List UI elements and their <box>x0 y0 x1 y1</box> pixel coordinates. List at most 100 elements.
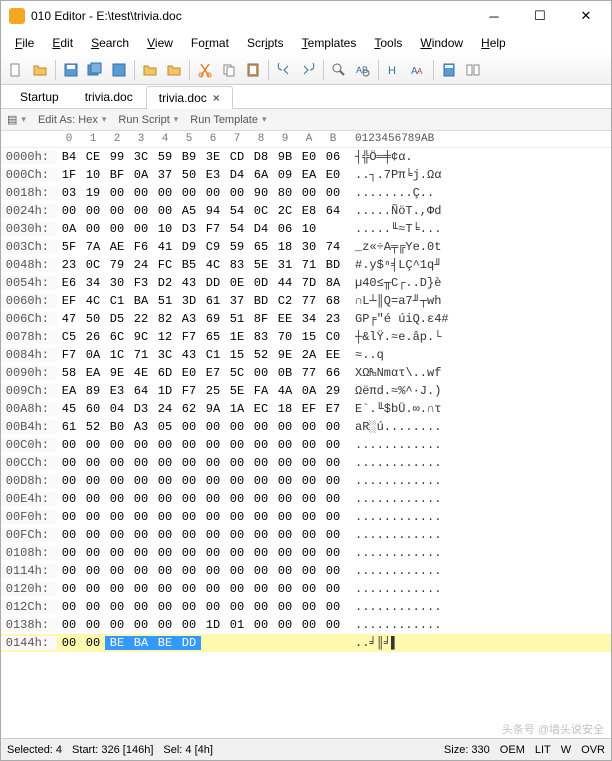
hex-row[interactable]: 00F0h:000000000000000000000000..........… <box>1 508 611 526</box>
hex-byte[interactable]: 00 <box>177 528 201 542</box>
hex-byte[interactable]: 00 <box>177 600 201 614</box>
hex-byte[interactable]: 4C <box>201 258 225 272</box>
hex-byte[interactable]: BA <box>129 636 153 650</box>
save-all-button[interactable] <box>84 59 106 81</box>
hex-byte[interactable]: 00 <box>129 546 153 560</box>
hex-byte[interactable]: 5F <box>57 240 81 254</box>
hex-byte[interactable]: 30 <box>297 240 321 254</box>
hex-byte[interactable]: 47 <box>57 312 81 326</box>
hex-byte[interactable]: 43 <box>177 348 201 362</box>
hex-byte[interactable]: 00 <box>321 528 345 542</box>
tab-startup[interactable]: Startup <box>7 85 72 108</box>
hex-byte[interactable]: 10 <box>81 168 105 182</box>
hex-byte[interactable]: 04 <box>105 402 129 416</box>
menu-search[interactable]: Search <box>83 33 137 53</box>
paste-button[interactable] <box>242 59 264 81</box>
cut-button[interactable] <box>194 59 216 81</box>
hex-byte[interactable]: 00 <box>129 600 153 614</box>
hex-byte[interactable]: 00 <box>81 546 105 560</box>
hex-ascii[interactable]: ............ <box>345 438 611 452</box>
hex-byte[interactable] <box>225 636 249 650</box>
hex-byte[interactable]: 83 <box>225 258 249 272</box>
hex-byte[interactable]: 00 <box>153 456 177 470</box>
hex-byte[interactable]: 54 <box>225 222 249 236</box>
hex-byte[interactable]: A3 <box>177 312 201 326</box>
hex-byte[interactable]: 9A <box>201 402 225 416</box>
hex-byte[interactable]: F7 <box>57 348 81 362</box>
hex-byte[interactable]: 00 <box>57 636 81 650</box>
hex-byte[interactable]: 10 <box>297 222 321 236</box>
hex-byte[interactable]: 00 <box>201 474 225 488</box>
hex-byte[interactable]: 06 <box>273 222 297 236</box>
hex-byte[interactable]: 01 <box>225 618 249 632</box>
hex-byte[interactable]: 00 <box>249 582 273 596</box>
hex-ascii[interactable]: E`.╙$bÜ.∞.∩τ <box>345 402 611 416</box>
hex-byte[interactable]: 00 <box>321 186 345 200</box>
hex-row[interactable]: 0120h:000000000000000000000000..........… <box>1 580 611 598</box>
hex-ascii[interactable]: ..┐.7Pπ╘j.Ωα <box>345 168 611 182</box>
hex-byte[interactable]: 71 <box>297 258 321 272</box>
hex-byte[interactable]: CE <box>81 150 105 164</box>
hex-byte[interactable]: 71 <box>129 348 153 362</box>
hex-byte[interactable]: 03 <box>57 186 81 200</box>
hex-row[interactable]: 0090h:58EA9E4E6DE0E75C000B7766XΩ₧Nmατ\..… <box>1 364 611 382</box>
hex-byte[interactable]: 82 <box>153 312 177 326</box>
hex-row[interactable]: 00FCh:000000000000000000000000..........… <box>1 526 611 544</box>
hex-byte[interactable]: 68 <box>321 294 345 308</box>
hex-byte[interactable]: 00 <box>273 582 297 596</box>
hex-byte[interactable]: D5 <box>105 312 129 326</box>
hex-byte[interactable]: 00 <box>153 582 177 596</box>
hex-byte[interactable]: 4E <box>129 366 153 380</box>
hex-byte[interactable]: A5 <box>177 204 201 218</box>
hex-byte[interactable]: 00 <box>153 600 177 614</box>
hex-byte[interactable]: E8 <box>297 204 321 218</box>
hex-byte[interactable]: 00 <box>297 474 321 488</box>
hex-byte[interactable]: 00 <box>273 546 297 560</box>
hex-row[interactable]: 0108h:000000000000000000000000..........… <box>1 544 611 562</box>
minimize-button[interactable]: ─ <box>471 1 517 31</box>
hex-byte[interactable]: 22 <box>129 312 153 326</box>
hex-byte[interactable]: EA <box>57 384 81 398</box>
hex-byte[interactable]: 00 <box>297 618 321 632</box>
hex-byte[interactable]: 00 <box>153 564 177 578</box>
hex-byte[interactable]: 00 <box>225 456 249 470</box>
hex-byte[interactable]: 00 <box>321 600 345 614</box>
hex-byte[interactable]: 00 <box>177 474 201 488</box>
hex-byte[interactable]: D3 <box>129 402 153 416</box>
hex-byte[interactable]: 3C <box>129 150 153 164</box>
hex-byte[interactable]: 00 <box>177 546 201 560</box>
hex-byte[interactable]: E0 <box>321 168 345 182</box>
hex-byte[interactable]: 45 <box>57 402 81 416</box>
hex-byte[interactable]: 00 <box>57 618 81 632</box>
menu-templates[interactable]: Templates <box>294 33 365 53</box>
hex-byte[interactable]: A3 <box>129 420 153 434</box>
hex-byte[interactable]: 00 <box>153 474 177 488</box>
hex-byte[interactable]: 00 <box>201 456 225 470</box>
hex-row[interactable]: 00C0h:000000000000000000000000..........… <box>1 436 611 454</box>
hex-row[interactable]: 00B4h:6152B0A30500000000000000aR░ú......… <box>1 418 611 436</box>
hex-byte[interactable]: EE <box>273 312 297 326</box>
hex-byte[interactable]: 00 <box>81 474 105 488</box>
hex-byte[interactable]: 00 <box>249 600 273 614</box>
hex-byte[interactable]: 00 <box>297 456 321 470</box>
hex-byte[interactable]: 00 <box>201 564 225 578</box>
hex-byte[interactable] <box>201 636 225 650</box>
hex-byte[interactable]: 30 <box>105 276 129 290</box>
hex-byte[interactable]: DD <box>177 636 201 650</box>
hex-byte[interactable]: 00 <box>201 420 225 434</box>
hex-byte[interactable]: F7 <box>201 222 225 236</box>
compare-button[interactable] <box>462 59 484 81</box>
hex-ascii[interactable]: ........Ç.. <box>345 186 611 200</box>
hex-byte[interactable]: 00 <box>201 510 225 524</box>
hex-byte[interactable]: 64 <box>321 204 345 218</box>
hex-row[interactable]: 00D8h:000000000000000000000000..........… <box>1 472 611 490</box>
hex-byte[interactable]: E3 <box>201 168 225 182</box>
hex-byte[interactable]: 00 <box>273 528 297 542</box>
hex-byte[interactable]: 00 <box>57 600 81 614</box>
hex-byte[interactable]: 0A <box>129 168 153 182</box>
save-button[interactable] <box>60 59 82 81</box>
hex-byte[interactable]: 77 <box>297 294 321 308</box>
hex-byte[interactable]: 15 <box>225 348 249 362</box>
hex-row[interactable]: 00E4h:000000000000000000000000..........… <box>1 490 611 508</box>
hex-byte[interactable]: EE <box>321 348 345 362</box>
